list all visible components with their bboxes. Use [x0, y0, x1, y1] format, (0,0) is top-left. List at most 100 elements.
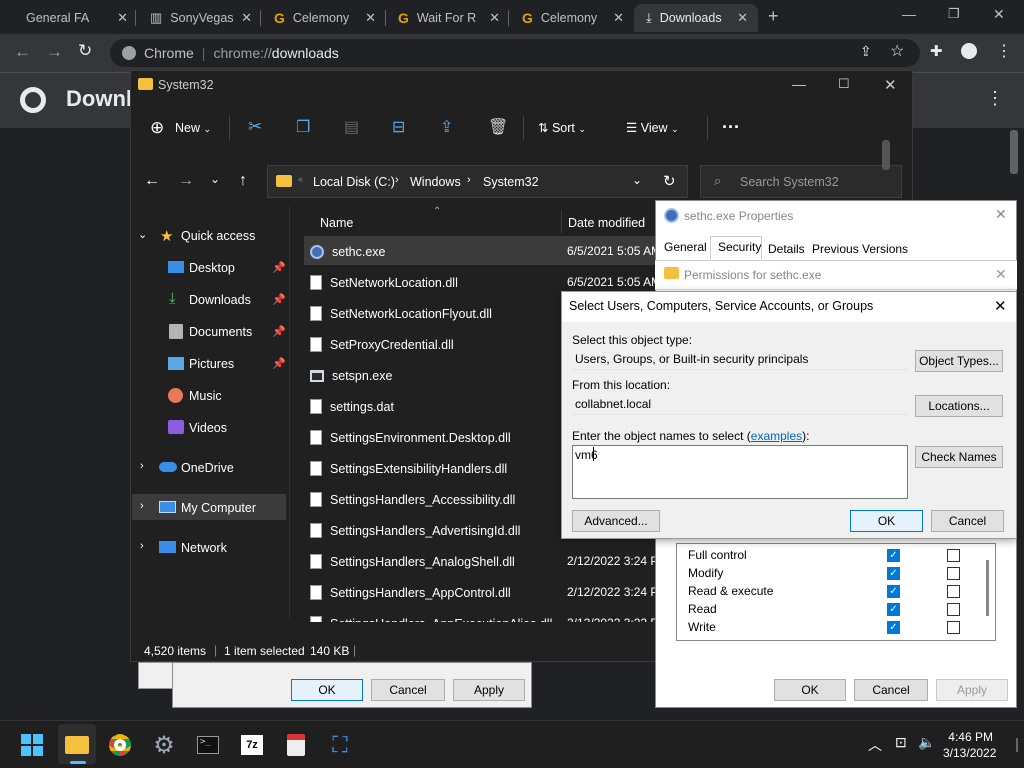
scrollbar[interactable] — [1010, 130, 1018, 174]
settings-taskbar-icon[interactable]: ⚙ — [147, 728, 181, 762]
minimize-icon[interactable]: — — [792, 76, 806, 92]
close-icon[interactable]: ✕ — [117, 10, 128, 26]
up-icon[interactable]: ↑ — [239, 172, 247, 190]
deny-checkbox[interactable] — [947, 603, 960, 616]
volume-icon[interactable]: 🔈 — [918, 734, 935, 751]
locations-button[interactable]: Locations... — [915, 395, 1003, 417]
share-icon[interactable]: ⇪ — [860, 43, 872, 60]
show-desktop-button[interactable] — [1016, 738, 1018, 752]
extensions-icon[interactable]: ✚ — [930, 42, 943, 60]
deny-checkbox[interactable] — [947, 621, 960, 634]
cut-icon[interactable]: ✂ — [248, 117, 262, 137]
7zip-taskbar-icon[interactable]: 7z — [235, 728, 269, 762]
chevron-right-icon[interactable]: › — [467, 174, 471, 186]
apply-button[interactable]: Apply — [936, 679, 1008, 701]
chevron-right-icon[interactable]: › — [395, 174, 399, 186]
close-icon[interactable]: ✕ — [737, 10, 748, 26]
scrollbar[interactable] — [882, 140, 890, 170]
deny-checkbox[interactable] — [947, 585, 960, 598]
cancel-button[interactable]: Cancel — [931, 510, 1004, 532]
close-icon[interactable]: ✕ — [994, 297, 1007, 315]
menu-dots-icon[interactable]: ⋮ — [996, 41, 1012, 61]
installer-taskbar-icon[interactable] — [279, 728, 313, 762]
bookmark-star-icon[interactable]: ☆ — [890, 41, 904, 61]
file-explorer-taskbar-icon[interactable] — [60, 728, 94, 762]
forward-icon[interactable]: → — [178, 172, 194, 190]
allow-checkbox[interactable]: ✓ — [887, 567, 900, 580]
ok-button[interactable]: OK — [850, 510, 923, 532]
tab-celemony-2[interactable]: G Celemony ✕ — [510, 4, 634, 32]
deny-checkbox[interactable] — [947, 567, 960, 580]
tab-security[interactable]: Security — [718, 240, 761, 254]
close-icon[interactable]: ✕ — [613, 10, 624, 26]
column-date-header[interactable]: Date modified — [568, 216, 645, 230]
close-icon[interactable]: ✕ — [995, 266, 1007, 283]
tab-celemony-1[interactable]: G Celemony ✕ — [262, 4, 386, 32]
start-button[interactable] — [15, 728, 49, 762]
overflow-chevron-icon[interactable]: « — [298, 174, 303, 184]
cancel-button[interactable]: Cancel — [371, 679, 445, 701]
breadcrumb-windows[interactable]: Windows — [410, 175, 461, 189]
examples-link[interactable]: examples — [751, 429, 802, 443]
network-status-icon[interactable]: ⊡ — [895, 734, 907, 751]
maximize-icon[interactable]: ☐ — [838, 76, 850, 92]
recent-locations-icon[interactable]: ⌄ — [210, 172, 220, 186]
check-names-button[interactable]: Check Names — [915, 446, 1003, 468]
advanced-button[interactable]: Advanced... — [572, 510, 660, 532]
cancel-button[interactable]: Cancel — [854, 679, 928, 701]
sort-button[interactable]: ⇅ Sort ⌄ — [538, 120, 586, 135]
tab-previous-versions[interactable]: Previous Versions — [812, 242, 908, 256]
ok-button[interactable]: OK — [291, 679, 363, 701]
close-window-icon[interactable]: ✕ — [993, 6, 1005, 23]
object-types-button[interactable]: Object Types... — [915, 350, 1003, 372]
breadcrumb-local-disk[interactable]: Local Disk (C:) — [313, 175, 395, 189]
clock-date[interactable]: 3/13/2022 — [943, 746, 996, 760]
restore-icon[interactable]: ❐ — [948, 6, 960, 22]
reload-icon[interactable]: ↻ — [78, 41, 92, 61]
new-tab-icon[interactable]: + — [768, 6, 779, 27]
page-menu-icon[interactable]: ⋮ — [986, 88, 1004, 109]
back-icon[interactable]: ← — [14, 42, 31, 62]
network-app-taskbar-icon[interactable]: ⛶ — [323, 728, 357, 762]
refresh-icon[interactable]: ↻ — [663, 172, 676, 190]
new-button[interactable]: New ⌄ — [175, 121, 211, 135]
forward-icon[interactable]: → — [46, 42, 63, 62]
close-icon[interactable]: ✕ — [995, 206, 1007, 223]
tab-downloads[interactable]: ⤓ Downloads ✕ — [634, 4, 758, 32]
object-names-input[interactable] — [572, 445, 908, 499]
close-icon[interactable]: ✕ — [241, 10, 252, 26]
breadcrumb-system32[interactable]: System32 — [483, 175, 539, 189]
minimize-icon[interactable]: — — [902, 6, 916, 22]
column-name-header[interactable]: Name — [320, 216, 353, 230]
tab-sonyvegas[interactable]: ▥ SonyVegas ✕ — [138, 4, 262, 32]
chevron-down-icon[interactable]: ⌄ — [632, 173, 642, 187]
close-icon[interactable]: ✕ — [884, 76, 897, 94]
view-button[interactable]: ☰ View ⌄ — [626, 120, 679, 135]
more-options-icon[interactable]: ··· — [722, 117, 740, 138]
paste-icon[interactable]: ▤ — [344, 117, 359, 137]
copy-icon[interactable]: ❐ — [296, 117, 310, 137]
column-divider[interactable] — [561, 210, 562, 234]
tab-wait-for-r[interactable]: G Wait For R ✕ — [386, 4, 510, 32]
delete-icon[interactable]: 🗑 — [488, 117, 508, 137]
scrollbar[interactable] — [986, 560, 989, 616]
ok-button[interactable]: OK — [774, 679, 846, 701]
apply-button[interactable]: Apply — [453, 679, 525, 701]
allow-checkbox[interactable]: ✓ — [887, 549, 900, 562]
close-icon[interactable]: ✕ — [489, 10, 500, 26]
profile-avatar[interactable] — [961, 43, 977, 59]
allow-checkbox[interactable]: ✓ — [887, 603, 900, 616]
allow-checkbox[interactable]: ✓ — [887, 585, 900, 598]
chrome-taskbar-icon[interactable] — [103, 728, 137, 762]
rename-icon[interactable]: ⊟ — [392, 117, 405, 137]
deny-checkbox[interactable] — [947, 549, 960, 562]
back-icon[interactable]: ← — [144, 172, 160, 190]
terminal-taskbar-icon[interactable]: >_ — [191, 728, 225, 762]
tab-general-faq[interactable]: General FA ✕ — [14, 4, 138, 32]
chevron-up-icon[interactable]: ︿ — [868, 735, 882, 755]
tab-general[interactable]: General — [664, 240, 707, 254]
tab-details[interactable]: Details — [768, 242, 805, 256]
address-bar[interactable]: Chrome | chrome://downloads — [110, 39, 920, 67]
share-icon[interactable]: ⇪ — [440, 117, 453, 137]
clock-time[interactable]: 4:46 PM — [943, 730, 993, 744]
